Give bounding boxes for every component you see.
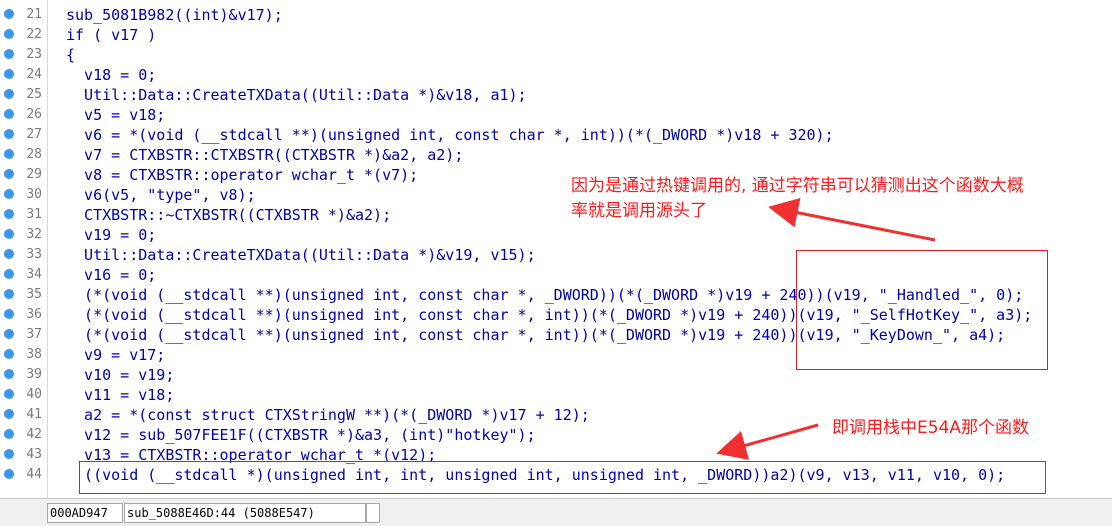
status-location: sub_5088E46D:44 (5088E547) (124, 503, 366, 523)
status-empty (366, 503, 380, 523)
code-editor[interactable]: 21 sub_5081B982((int)&v17); 22 if ( v17 ) 23… (0, 0, 1112, 498)
status-address: 000AD947 (47, 503, 123, 523)
arrow-to-calls-icon (768, 197, 936, 242)
annotation-arrows (716, 197, 936, 460)
arrow-to-a2-icon (716, 423, 819, 460)
status-bar: 000AD947 sub_5088E46D:44 (5088E547) (0, 498, 1112, 526)
